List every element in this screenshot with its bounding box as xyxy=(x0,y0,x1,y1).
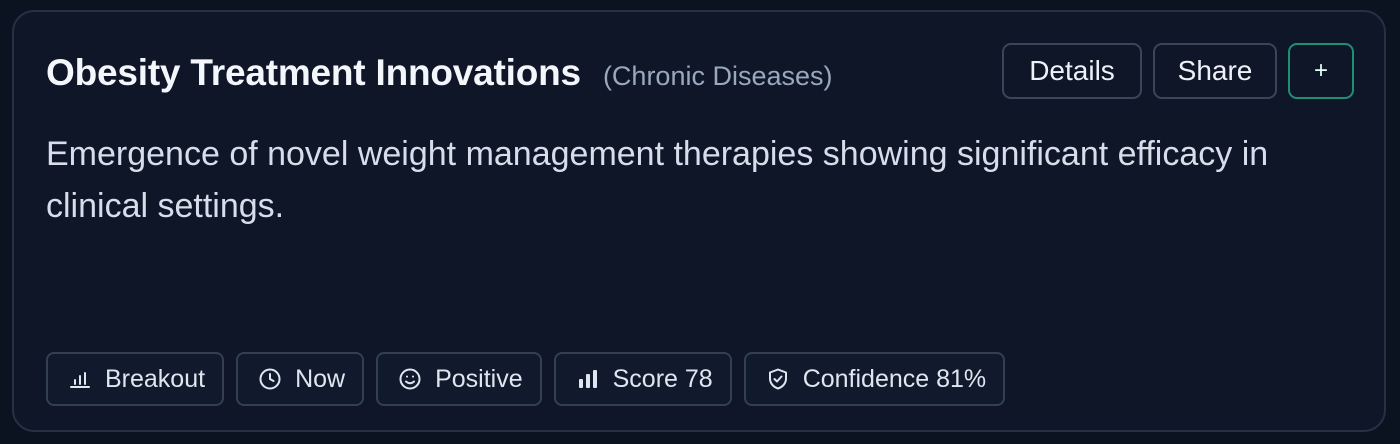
trend-card: Obesity Treatment Innovations (Chronic D… xyxy=(12,10,1386,432)
chip-label: Positive xyxy=(435,364,523,393)
chip-row: Breakout Now Positive Score 78 Confidenc… xyxy=(46,352,1006,406)
chip-label: Now xyxy=(295,364,346,393)
chip-timing: Now xyxy=(236,352,365,406)
chip-label: Breakout xyxy=(105,364,206,393)
title-row: Obesity Treatment Innovations (Chronic D… xyxy=(46,52,833,94)
shield-check-icon xyxy=(765,366,791,392)
chip-breakout: Breakout xyxy=(46,352,225,406)
chip-label: Confidence 81% xyxy=(802,364,987,393)
bar-chart-icon xyxy=(67,366,93,392)
category-label: (Chronic Diseases) xyxy=(602,61,833,91)
details-button[interactable]: Details xyxy=(1002,43,1142,99)
card-title: Obesity Treatment Innovations xyxy=(46,52,581,93)
add-button[interactable]: + xyxy=(1288,43,1354,99)
chip-score: Score 78 xyxy=(553,352,732,406)
chip-label: Score 78 xyxy=(612,364,713,393)
chip-confidence: Confidence 81% xyxy=(743,352,1006,406)
score-bars-icon xyxy=(575,366,601,392)
action-buttons: Details Share + xyxy=(1002,43,1354,99)
clock-icon xyxy=(257,366,283,392)
smile-icon xyxy=(397,366,423,392)
card-description: Emergence of novel weight management the… xyxy=(46,135,1269,225)
chip-sentiment: Positive xyxy=(376,352,542,406)
share-button[interactable]: Share xyxy=(1153,43,1277,99)
